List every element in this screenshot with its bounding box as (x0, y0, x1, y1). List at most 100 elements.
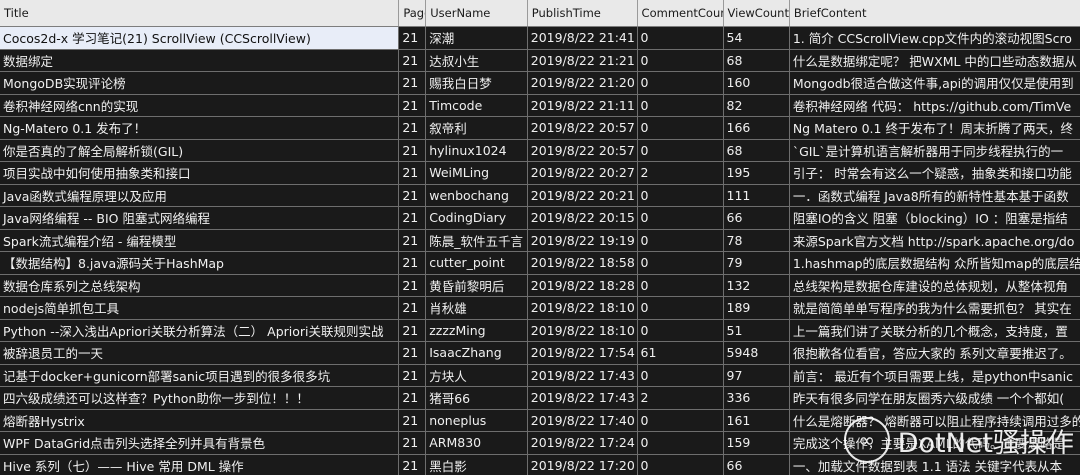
cell-title[interactable]: MongoDB实现评论榜 (0, 71, 400, 95)
cell-publishtime[interactable]: 2019/8/22 21:11 (527, 94, 638, 117)
cell-publishtime[interactable]: 2019/8/22 21:21 (527, 49, 638, 72)
cell-username[interactable]: 肖秋雄 (425, 296, 528, 320)
cell-page[interactable]: 21 (398, 431, 427, 455)
column-header-commentcount[interactable]: CommentCount (637, 0, 724, 27)
cell-username[interactable]: cutter_point (425, 251, 528, 275)
cell-commentcount[interactable]: 0 (637, 364, 724, 387)
cell-page[interactable]: 21 (398, 184, 427, 207)
table-row[interactable]: nodejs简单抓包工具 21 肖秋雄 2019/8/22 18:10 0 189 就是简简… (0, 296, 1080, 320)
cell-title[interactable]: 项目实战中如何使用抽象类和接口 (0, 161, 400, 185)
cell-viewcount[interactable]: 97 (723, 364, 790, 387)
cell-briefcontent[interactable]: Ng Matero 0.1 终于发布了！周末折腾了两天，终 (789, 116, 1080, 140)
cell-briefcontent[interactable]: 阻塞IO的含义 阻塞（blocking）IO ：阻塞是指结 (789, 206, 1080, 230)
cell-commentcount[interactable]: 0 (637, 319, 724, 342)
cell-commentcount[interactable]: 0 (637, 139, 724, 162)
cell-commentcount[interactable]: 0 (637, 49, 724, 72)
cell-username[interactable]: hylinux1024 (425, 139, 528, 162)
cell-page[interactable]: 21 (398, 274, 427, 297)
table-row[interactable]: 【数据结构】8.java源码关于HashMap 21 cutter_point 201… (0, 251, 1080, 275)
column-header-page[interactable]: Page (398, 0, 427, 27)
cell-briefcontent[interactable]: 1.hashmap的底层数据结构 众所皆知map的底层结 (789, 251, 1080, 275)
table-row[interactable]: MongoDB实现评论榜 21 赐我白日梦 2019/8/22 21:20 0 160 Mo… (0, 71, 1080, 95)
cell-title[interactable]: WPF DataGrid点击列头选择全列并具有背景色 (0, 431, 400, 455)
cell-publishtime[interactable]: 2019/8/22 18:58 (527, 251, 638, 275)
cell-username[interactable]: 黄昏前黎明后 (425, 274, 528, 297)
cell-title[interactable]: Hive 系列（七）—— Hive 常用 DML 操作 (0, 454, 400, 475)
cell-viewcount[interactable]: 54 (723, 26, 790, 50)
cell-title[interactable]: 记基于docker+gunicorn部署sanic项目遇到的很多很多坑 (0, 364, 400, 387)
cell-page[interactable]: 21 (398, 364, 427, 387)
cell-briefcontent[interactable]: 昨天有很多同学在朋友圈秀六级成绩 一个个都如( (789, 386, 1080, 410)
column-header-title[interactable]: Title (0, 0, 400, 27)
cell-publishtime[interactable]: 2019/8/22 19:19 (527, 229, 638, 252)
cell-title[interactable]: 【数据结构】8.java源码关于HashMap (0, 251, 400, 275)
cell-publishtime[interactable]: 2019/8/22 17:40 (527, 409, 638, 432)
cell-commentcount[interactable]: 0 (637, 206, 724, 230)
cell-username[interactable]: 叙帝利 (425, 116, 528, 140)
cell-commentcount[interactable]: 0 (637, 229, 724, 252)
cell-commentcount[interactable]: 0 (637, 71, 724, 95)
cell-username[interactable]: Timcode (425, 94, 528, 117)
cell-username[interactable]: 方块人 (425, 364, 528, 387)
table-row[interactable]: WPF DataGrid点击列头选择全列并具有背景色 21 ARM830 2019/8… (0, 431, 1080, 455)
cell-viewcount[interactable]: 78 (723, 229, 790, 252)
cell-title[interactable]: 卷积神经网络cnn的实现 (0, 94, 400, 117)
cell-briefcontent[interactable]: 什么是熔断器？ 熔断器可以阻止程序持续调用过多的 (789, 409, 1080, 432)
cell-publishtime[interactable]: 2019/8/22 17:43 (527, 364, 638, 387)
table-row[interactable]: 四六级成绩还可以这样查？Python助你一步到位！！！ 21 猪哥66 2019/8/… (0, 386, 1080, 410)
cell-viewcount[interactable]: 161 (723, 409, 790, 432)
cell-page[interactable]: 21 (398, 116, 427, 140)
table-row[interactable]: 被辞退员工的一天 21 IsaacZhang 2019/8/22 17:54 61 594… (0, 341, 1080, 365)
cell-publishtime[interactable]: 2019/8/22 20:27 (527, 161, 638, 185)
cell-commentcount[interactable]: 0 (637, 274, 724, 297)
cell-page[interactable]: 21 (398, 139, 427, 162)
cell-page[interactable]: 21 (398, 26, 427, 50)
cell-briefcontent[interactable]: 一、加载文件数据到表 1.1 语法 关键字代表从本 (789, 454, 1080, 475)
cell-page[interactable]: 21 (398, 229, 427, 252)
cell-title[interactable]: Java网络编程 -- BIO 阻塞式网络编程 (0, 206, 400, 230)
cell-username[interactable]: 猪哥66 (425, 386, 528, 410)
cell-title[interactable]: Python --深入浅出Apriori关联分析算法（二） Apriori关联规… (0, 319, 400, 342)
cell-viewcount[interactable]: 68 (723, 49, 790, 72)
cell-publishtime[interactable]: 2019/8/22 20:57 (527, 116, 638, 140)
table-row[interactable]: 记基于docker+gunicorn部署sanic项目遇到的很多很多坑 21 方块人… (0, 364, 1080, 387)
cell-publishtime[interactable]: 2019/8/22 20:57 (527, 139, 638, 162)
column-header-username[interactable]: UserName (425, 0, 528, 27)
cell-viewcount[interactable]: 189 (723, 296, 790, 320)
table-row[interactable]: Cocos2d-x 学习笔记(21) ScrollView (CCScrollV… (0, 26, 1080, 50)
cell-page[interactable]: 21 (398, 206, 427, 230)
cell-commentcount[interactable]: 2 (637, 161, 724, 185)
cell-viewcount[interactable]: 5948 (723, 341, 790, 365)
cell-viewcount[interactable]: 132 (723, 274, 790, 297)
cell-username[interactable]: ARM830 (425, 431, 528, 455)
cell-page[interactable]: 21 (398, 251, 427, 275)
cell-briefcontent[interactable]: 卷积神经网络 代码： https://github.com/TimVe (789, 94, 1080, 117)
cell-briefcontent[interactable]: 什么是数据绑定呢？ 把WXML 中的口些动态数据从 (789, 49, 1080, 72)
cell-page[interactable]: 21 (398, 71, 427, 95)
cell-username[interactable]: 陈晨_软件五千言 (425, 229, 528, 252)
table-row[interactable]: 数据仓库系列之总线架构 21 黄昏前黎明后 2019/8/22 18:28 0 132 总线… (0, 274, 1080, 297)
cell-title[interactable]: 被辞退员工的一天 (0, 341, 400, 365)
cell-briefcontent[interactable]: `GIL`是计算机语言解析器用于同步线程执行的一 (789, 139, 1080, 162)
cell-viewcount[interactable]: 111 (723, 184, 790, 207)
cell-commentcount[interactable]: 0 (637, 26, 724, 50)
cell-viewcount[interactable]: 51 (723, 319, 790, 342)
cell-viewcount[interactable]: 68 (723, 139, 790, 162)
cell-page[interactable]: 21 (398, 94, 427, 117)
cell-page[interactable]: 21 (398, 454, 427, 475)
cell-briefcontent[interactable]: 1. 简介 CCScrollView.cpp文件内的滚动视图Scro (789, 26, 1080, 50)
cell-viewcount[interactable]: 166 (723, 116, 790, 140)
cell-title[interactable]: 你是否真的了解全局解析锁(GIL) (0, 139, 400, 162)
cell-briefcontent[interactable]: 来源Spark官方文档 http://spark.apache.org/do (789, 229, 1080, 252)
cell-publishtime[interactable]: 2019/8/22 17:20 (527, 454, 638, 475)
cell-title[interactable]: Cocos2d-x 学习笔记(21) ScrollView (CCScrollV… (0, 26, 400, 50)
cell-briefcontent[interactable]: 引子： 时常会有这么一个疑惑，抽象类和接口功能 (789, 161, 1080, 185)
cell-briefcontent[interactable]: 前言： 最近有个项目需要上线，是python中sanic (789, 364, 1080, 387)
cell-commentcount[interactable]: 61 (637, 341, 724, 365)
cell-commentcount[interactable]: 0 (637, 251, 724, 275)
cell-username[interactable]: 黑白影 (425, 454, 528, 475)
table-row[interactable]: Ng-Matero 0.1 发布了！ 21 叙帝利 2019/8/22 20:57 0 1… (0, 116, 1080, 140)
cell-briefcontent[interactable]: 就是简简单单写程序的我为什么需要抓包？ 其实在 (789, 296, 1080, 320)
cell-briefcontent[interactable]: Mongodb很适合做这件事,api的调用仅仅是使用到 (789, 71, 1080, 95)
cell-commentcount[interactable]: 0 (637, 94, 724, 117)
